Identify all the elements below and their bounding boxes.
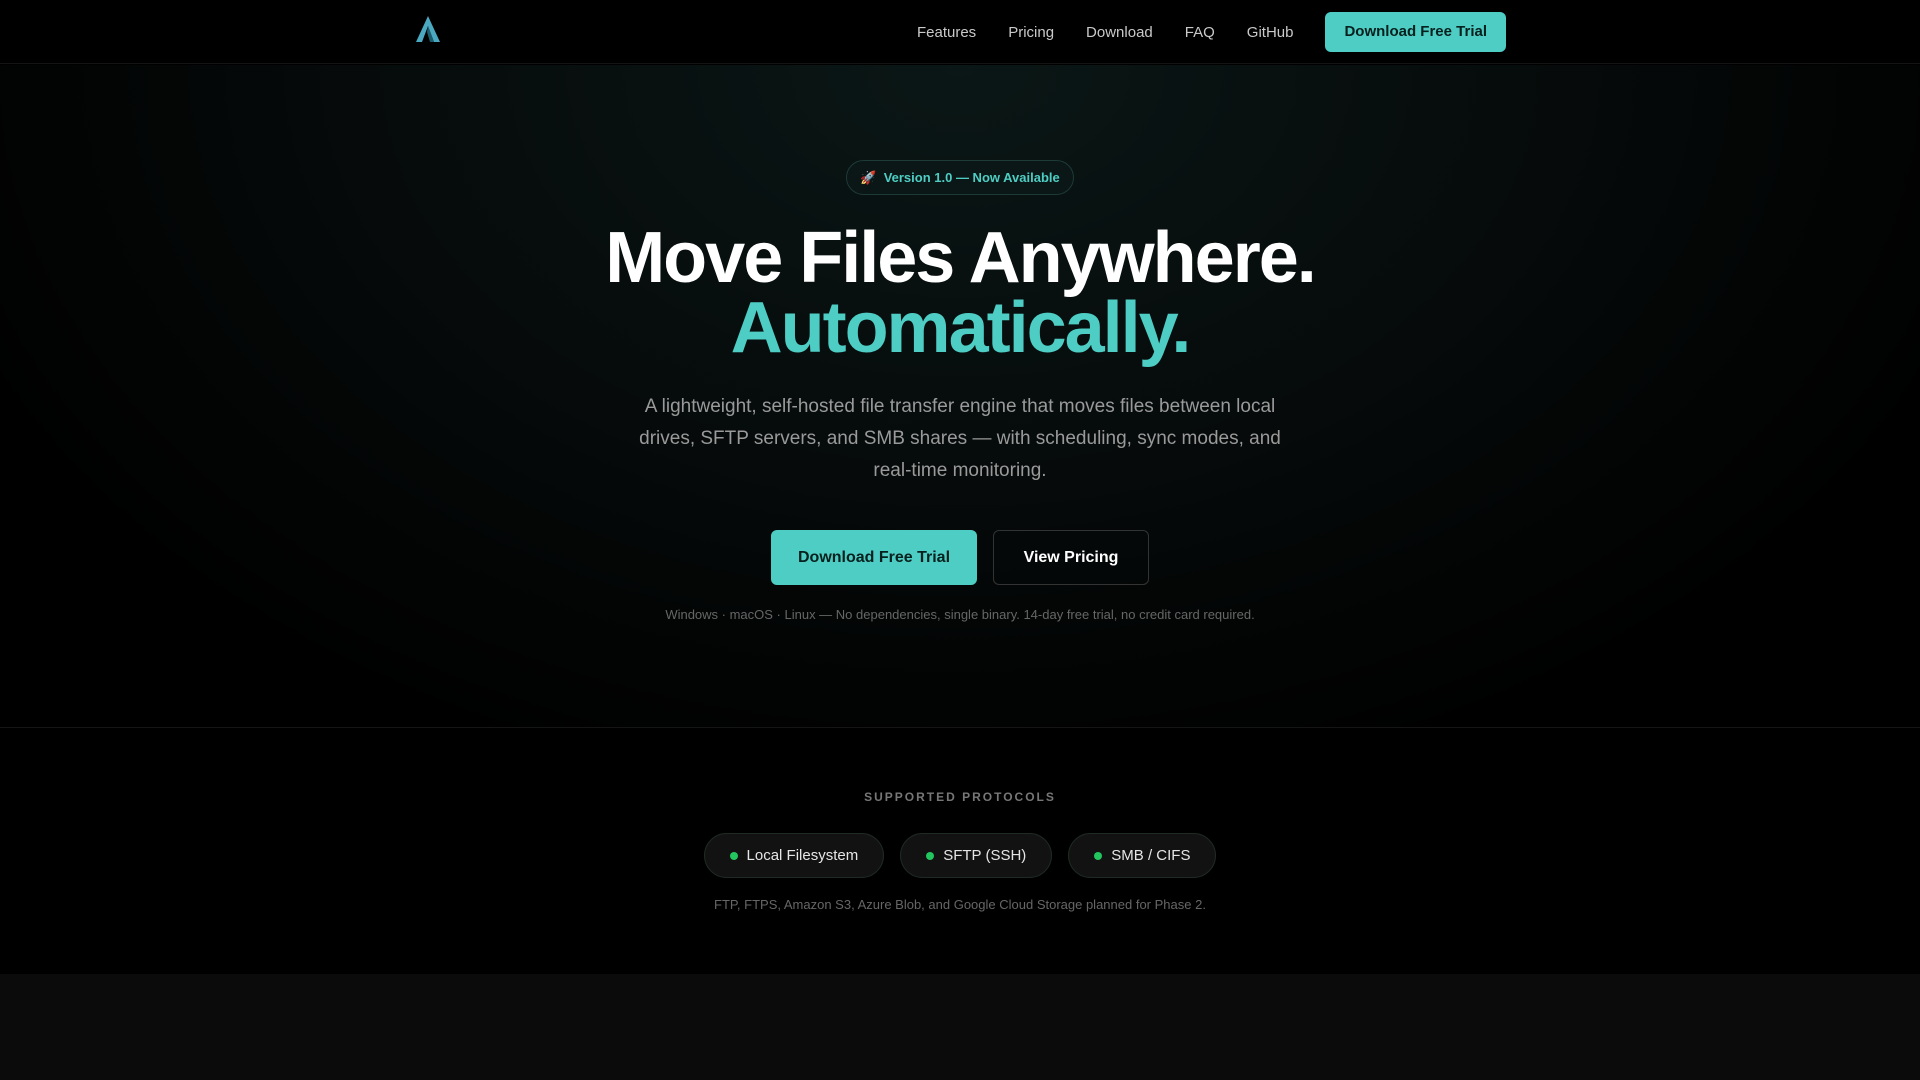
download-trial-button[interactable]: Download Free Trial xyxy=(771,530,977,585)
hero-title: Move Files Anywhere. Automatically. xyxy=(0,218,1920,368)
protocols-section: SUPPORTED PROTOCOLS Local Filesystem SFT… xyxy=(0,727,1920,974)
nav-download[interactable]: Download xyxy=(1086,24,1153,41)
title-line2: Automatically. xyxy=(730,288,1192,368)
status-dot-icon xyxy=(1094,851,1103,860)
top-nav: Features Pricing Download FAQ GitHub Dow… xyxy=(0,0,1920,64)
pill-label: SMB / CIFS xyxy=(1111,847,1191,864)
protocol-pill-local: Local Filesystem xyxy=(703,833,885,878)
protocols-label: SUPPORTED PROTOCOLS xyxy=(864,790,1056,804)
badge-text: Version 1.0 — Now Available xyxy=(883,170,1060,185)
platform-note: Windows · macOS · Linux — No dependencie… xyxy=(665,607,1255,622)
protocols-note: FTP, FTPS, Amazon S3, Azure Blob, and Go… xyxy=(714,897,1206,912)
next-section xyxy=(0,974,1920,1080)
view-pricing-button[interactable]: View Pricing xyxy=(993,530,1149,585)
protocol-pill-sftp: SFTP (SSH) xyxy=(900,833,1053,878)
nav-features[interactable]: Features xyxy=(917,24,976,41)
version-badge: 🚀 Version 1.0 — Now Available xyxy=(846,160,1074,195)
pill-label: Local Filesystem xyxy=(746,847,859,864)
hero-description: A lightweight, self-hosted file transfer… xyxy=(639,396,1281,481)
logo-icon[interactable] xyxy=(414,14,442,48)
rocket-icon: 🚀 xyxy=(860,170,877,185)
protocol-pill-smb: SMB / CIFS xyxy=(1068,833,1217,878)
nav-faq[interactable]: FAQ xyxy=(1185,24,1215,41)
status-dot-icon xyxy=(926,851,935,860)
pill-label: SFTP (SSH) xyxy=(943,847,1027,864)
nav-pricing[interactable]: Pricing xyxy=(1008,24,1054,41)
nav-download-trial-button[interactable]: Download Free Trial xyxy=(1325,12,1506,52)
title-line1: Move Files Anywhere. xyxy=(605,218,1317,298)
hero-section: 🚀 Version 1.0 — Now Available Move Files… xyxy=(0,65,1920,727)
nav-github[interactable]: GitHub xyxy=(1247,24,1294,41)
status-dot-icon xyxy=(729,851,738,860)
